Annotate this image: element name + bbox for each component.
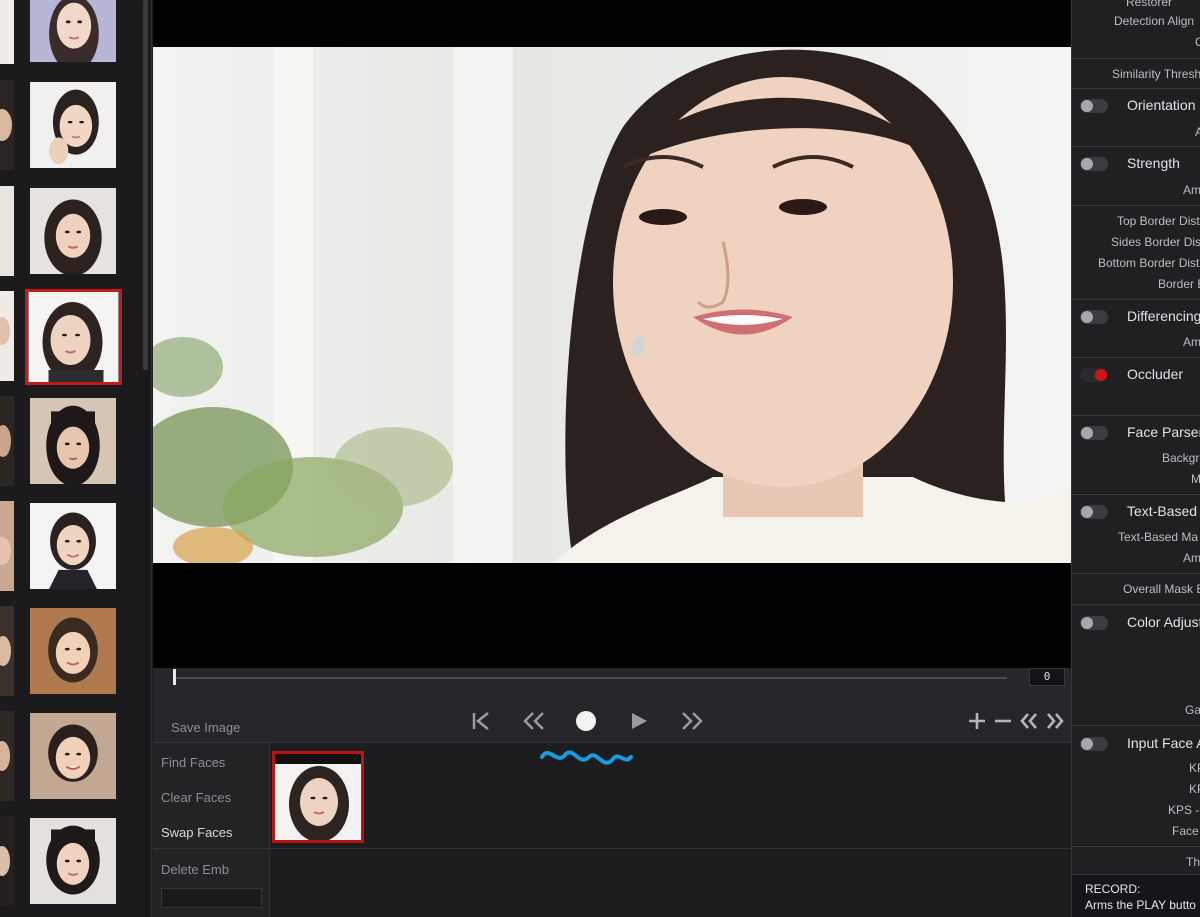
- face-thumb-9[interactable]: [28, 816, 118, 906]
- strength-amount-label: Am: [1183, 183, 1200, 197]
- face-thumb-2[interactable]: [28, 80, 118, 170]
- gamma-label: Ga: [1185, 703, 1200, 717]
- skip-to-start-icon[interactable]: [466, 706, 496, 736]
- border-blur-label: Border B: [1158, 277, 1200, 291]
- text-based-amount-label: Am: [1183, 551, 1200, 565]
- occluder-toggle[interactable]: [1080, 368, 1108, 382]
- similarity-threshold-label: Similarity Thresh: [1112, 67, 1200, 81]
- clear-faces-button[interactable]: Clear Faces: [161, 790, 231, 805]
- kps-y-label: KP: [1189, 782, 1200, 796]
- help-title: RECORD:: [1085, 882, 1141, 896]
- edge-thumbnail[interactable]: [0, 711, 14, 801]
- find-faces-button[interactable]: Find Faces: [161, 755, 225, 770]
- video-preview: [153, 0, 1071, 668]
- orientation-toggle[interactable]: [1080, 99, 1108, 113]
- strength-label: Strength: [1127, 155, 1180, 171]
- faces-divider: [153, 848, 1071, 849]
- restorer-label: Restorer: [1126, 0, 1173, 9]
- top-border-distance-label: Top Border Dist: [1117, 214, 1200, 228]
- threads-label: Th: [1186, 855, 1200, 869]
- timeline-slider-track[interactable]: [173, 677, 1007, 679]
- divider: [1072, 205, 1200, 206]
- face-thumbnail-strip: [0, 0, 152, 917]
- background-label: Backgr: [1162, 451, 1200, 465]
- face-thumb-6[interactable]: [28, 501, 118, 591]
- divider: [1072, 299, 1200, 300]
- face-thumb-4[interactable]: [25, 289, 122, 385]
- faces-panel: Find Faces Clear Faces Swap Faces Delete…: [153, 742, 1071, 917]
- bottom-border-distance-label: Bottom Border Dist: [1098, 256, 1200, 270]
- edge-thumbnail[interactable]: [0, 0, 14, 64]
- faces-button-column: Find Faces Clear Faces Swap Faces Delete…: [153, 743, 270, 917]
- overall-mask-blend-label: Overall Mask B: [1123, 582, 1200, 596]
- swap-faces-button[interactable]: Swap Faces: [161, 825, 233, 840]
- save-image-button[interactable]: Save Image: [171, 720, 240, 735]
- delete-embedding-button[interactable]: Delete Emb: [161, 862, 229, 877]
- input-face-adjust-label: Input Face A: [1127, 735, 1200, 751]
- help-text-box: RECORD: Arms the PLAY butto: [1072, 874, 1200, 917]
- face-thumb-3[interactable]: [28, 186, 118, 276]
- orientation-amount-label: A: [1195, 125, 1200, 139]
- mouth-label: M: [1191, 472, 1200, 486]
- detection-align-label: Detection Align: [1114, 14, 1195, 28]
- settings-panel: Restorer Detection Align C Similarity Th…: [1071, 0, 1200, 917]
- text-based-mask-label: Text-Based M: [1127, 503, 1200, 519]
- face-thumb-1[interactable]: [28, 0, 118, 64]
- differencing-toggle[interactable]: [1080, 310, 1108, 324]
- edge-thumbnail[interactable]: [0, 186, 14, 276]
- divider: [1072, 573, 1200, 574]
- divider: [1072, 58, 1200, 59]
- color-adjust-label: Color Adjust: [1127, 614, 1200, 630]
- squiggle-annotation: [540, 750, 633, 765]
- strength-toggle[interactable]: [1080, 157, 1108, 171]
- edge-thumbnail[interactable]: [0, 816, 14, 906]
- edge-thumbnail[interactable]: [0, 501, 14, 591]
- edge-thumbnail[interactable]: [0, 396, 14, 486]
- face-thumb-7[interactable]: [28, 606, 118, 696]
- thumbnail-scrollbar[interactable]: [143, 0, 148, 370]
- playback-controls: Save Image: [153, 700, 1071, 742]
- differencing-amount-label: Am: [1183, 335, 1200, 349]
- text-based-mask-toggle[interactable]: [1080, 505, 1108, 519]
- divider: [1072, 357, 1200, 358]
- rewind-icon[interactable]: [519, 706, 549, 736]
- divider: [1072, 604, 1200, 605]
- face-parser-label: Face Parser: [1127, 424, 1200, 440]
- face-scale-label: Face: [1172, 824, 1199, 838]
- divider: [1072, 725, 1200, 726]
- video-frame-image: [153, 47, 1071, 563]
- color-adjust-toggle[interactable]: [1080, 616, 1108, 630]
- face-parser-toggle[interactable]: [1080, 426, 1108, 440]
- next-marker-icon[interactable]: [1040, 706, 1070, 736]
- kps-x-label: KP: [1189, 761, 1200, 775]
- divider: [1072, 415, 1200, 416]
- kps-scale-label: KPS -: [1168, 803, 1200, 817]
- face-thumb-8[interactable]: [28, 711, 118, 801]
- text-based-mask-input-label: Text-Based Ma: [1118, 530, 1199, 544]
- found-face-thumbnail[interactable]: [272, 751, 364, 843]
- embedding-name-input[interactable]: [161, 888, 262, 908]
- divider: [1072, 846, 1200, 847]
- divider: [1072, 146, 1200, 147]
- orientation-label: Orientation: [1127, 97, 1196, 113]
- detection-align-value: C: [1195, 35, 1200, 49]
- divider: [1072, 88, 1200, 89]
- input-face-adjust-toggle[interactable]: [1080, 737, 1108, 751]
- occluder-label: Occluder: [1127, 366, 1184, 382]
- edge-thumbnail[interactable]: [0, 291, 14, 381]
- face-thumb-5[interactable]: [28, 396, 118, 486]
- sides-border-distance-label: Sides Border Dist: [1111, 235, 1200, 249]
- edge-thumbnail[interactable]: [0, 606, 14, 696]
- divider: [1072, 494, 1200, 495]
- fast-forward-icon[interactable]: [677, 706, 707, 736]
- help-text: Arms the PLAY butto: [1085, 898, 1196, 912]
- edge-thumbnail[interactable]: [0, 80, 14, 170]
- timeline-slider-handle[interactable]: [173, 669, 176, 685]
- frame-number-box[interactable]: 0: [1029, 668, 1065, 686]
- record-icon[interactable]: [571, 706, 601, 736]
- play-icon[interactable]: [624, 706, 654, 736]
- differencing-label: Differencing: [1127, 308, 1200, 324]
